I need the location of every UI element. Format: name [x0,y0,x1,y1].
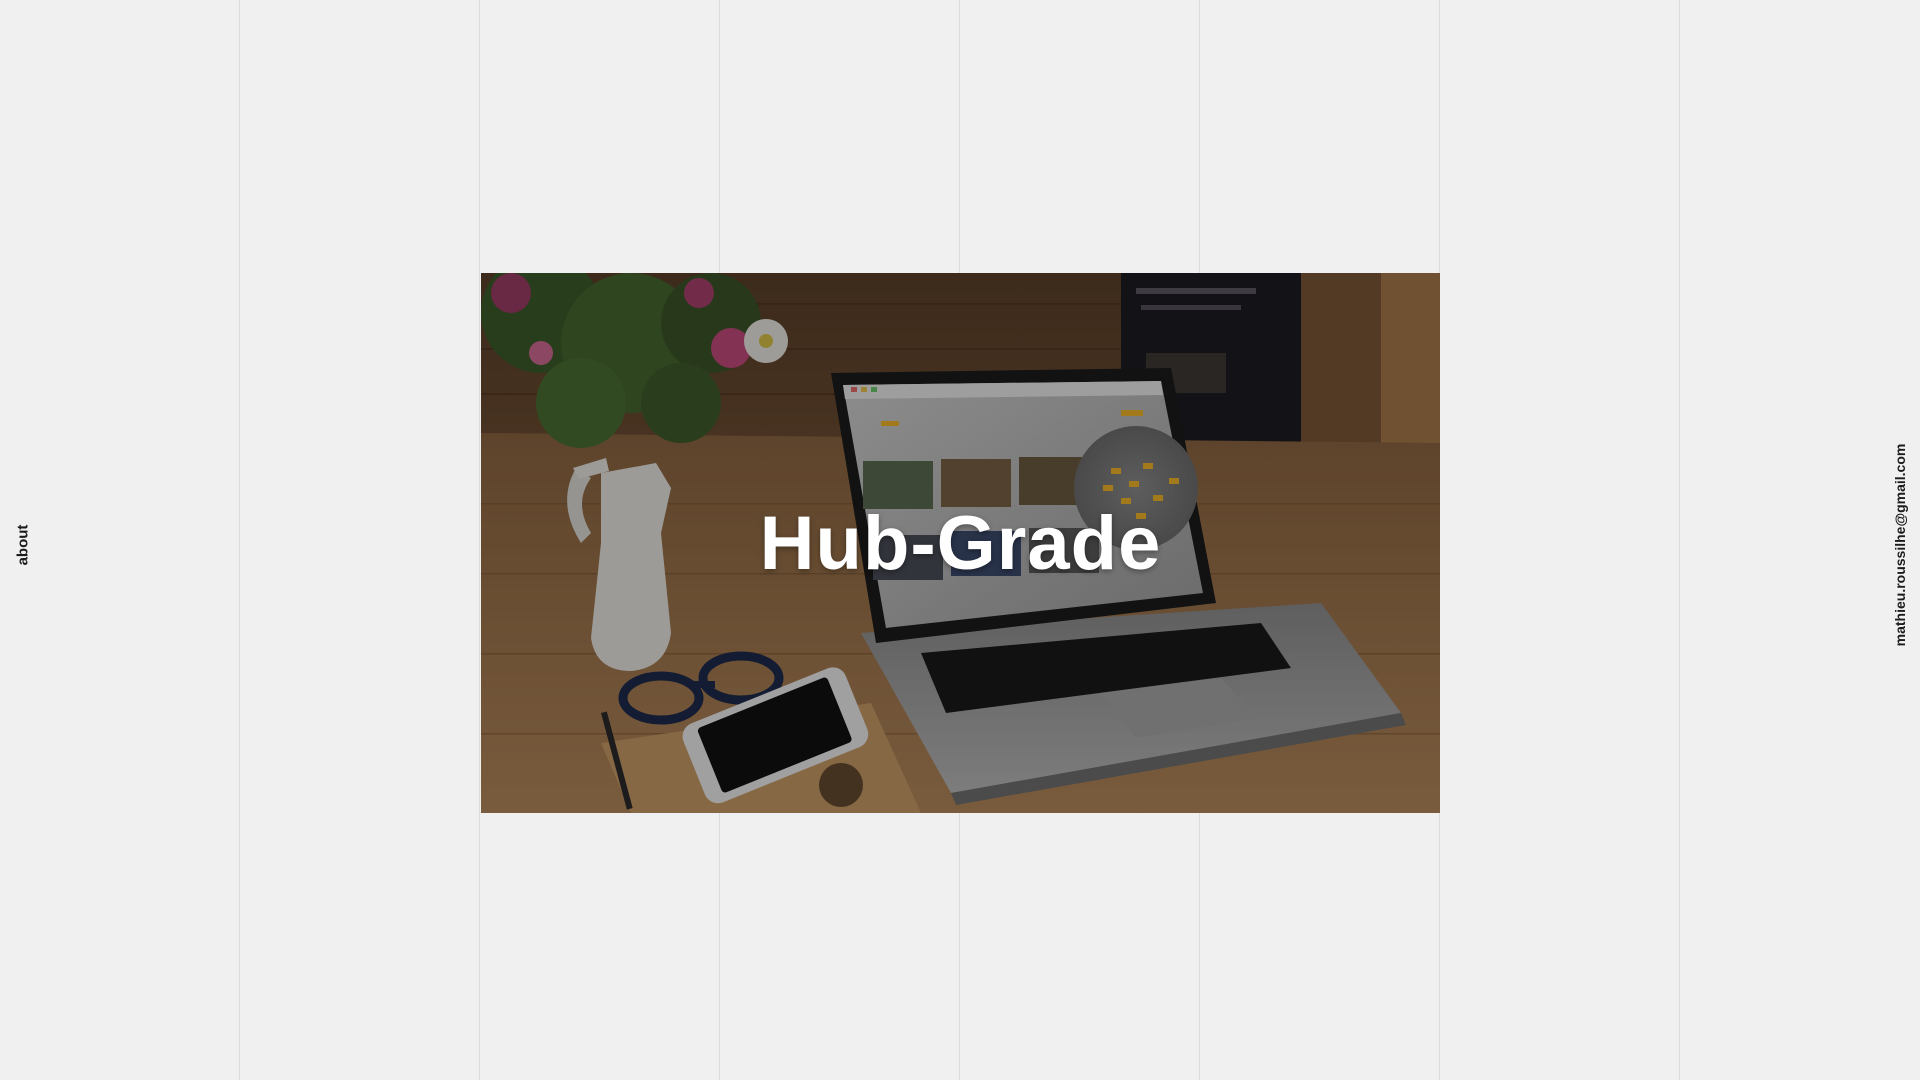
email-link[interactable]: mathieu.roussilhe@gmail.com [1892,444,1908,647]
project-card[interactable]: Hub-Grade [481,273,1440,813]
grid-line [1679,0,1680,1080]
about-link[interactable]: about [15,525,32,566]
grid-line [479,0,480,1080]
grid-line [239,0,240,1080]
project-title: Hub-Grade [759,500,1162,586]
page: about mathieu.roussilhe@gmail.com Hub-Gr… [0,0,1920,1080]
